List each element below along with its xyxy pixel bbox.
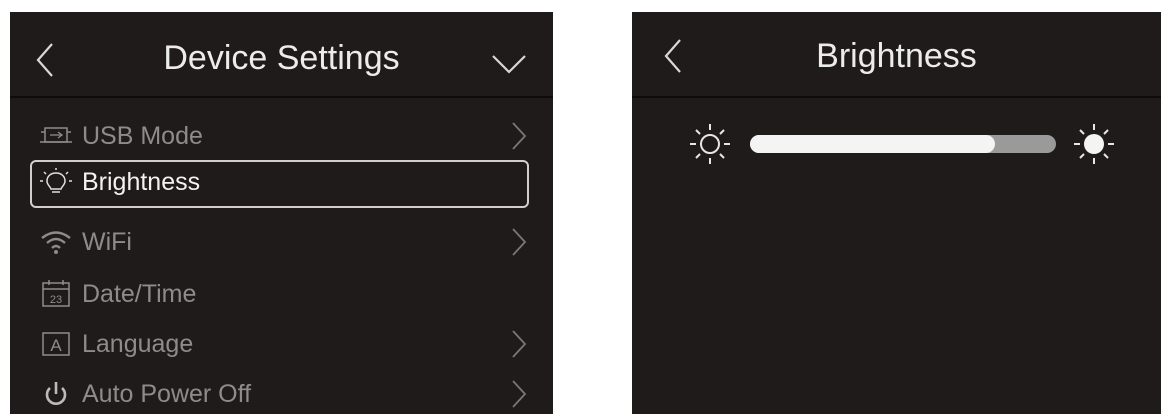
page-title: Brightness: [816, 37, 977, 75]
brightness-slider[interactable]: [750, 135, 1056, 153]
calendar-icon: 23: [42, 280, 70, 307]
menu-item-auto-power-off[interactable]: Auto Power Off: [30, 372, 529, 414]
menu-item-label: Date/Time: [82, 280, 197, 308]
menu-item-label: Language: [82, 330, 194, 358]
chevron-right-icon: [512, 228, 527, 256]
menu-item-language[interactable]: A Language: [30, 322, 529, 366]
brightness-slider-fill: [750, 135, 995, 153]
sun-low-icon: [690, 124, 730, 164]
menu-item-wifi[interactable]: WiFi: [30, 220, 529, 264]
power-icon: [45, 382, 67, 405]
usb-icon: [40, 127, 72, 143]
menu-item-label: Brightness: [82, 168, 201, 196]
header: Brightness: [632, 12, 1161, 96]
device-settings-screen: Device Settings USB Mode Brightness WiFi…: [10, 12, 553, 414]
header-divider: [632, 96, 1161, 98]
menu-item-usb-mode[interactable]: USB Mode: [30, 114, 529, 158]
chevron-down-icon[interactable]: [489, 52, 529, 76]
sun-high-icon: [1074, 124, 1114, 164]
menu-item-label: WiFi: [82, 228, 132, 256]
header: Device Settings: [10, 12, 553, 96]
chevron-right-icon: [512, 330, 527, 358]
calendar-icon-text: 23: [50, 294, 62, 306]
chevron-right-icon: [512, 122, 527, 150]
menu-item-label: Auto Power Off: [82, 380, 252, 408]
language-icon-text: A: [50, 336, 62, 355]
header-divider: [10, 96, 553, 98]
page-title: Device Settings: [163, 39, 400, 77]
menu-item-date-time[interactable]: 23 Date/Time: [30, 272, 529, 316]
menu-item-brightness[interactable]: Brightness: [30, 160, 529, 208]
wifi-icon: [41, 231, 71, 254]
language-icon: A: [42, 332, 70, 356]
chevron-right-icon: [512, 380, 527, 408]
brightness-control: [632, 122, 1161, 166]
lightbulb-icon: [40, 168, 72, 193]
brightness-screen: Brightness: [632, 12, 1161, 414]
menu-item-label: USB Mode: [82, 122, 203, 150]
